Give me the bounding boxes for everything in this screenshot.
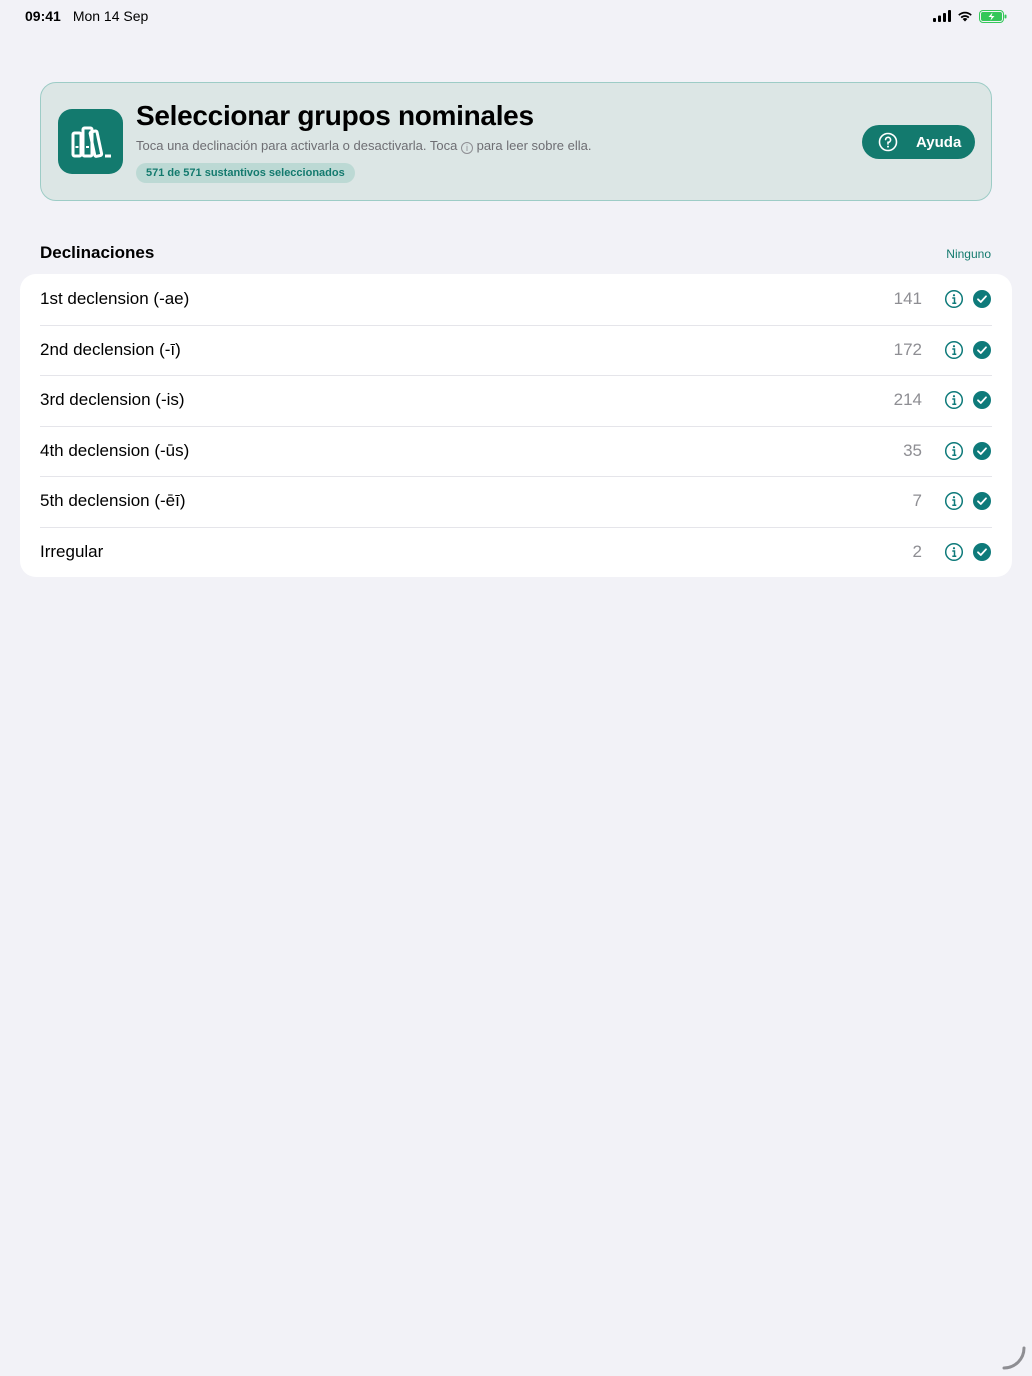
declension-count: 7 <box>912 491 922 511</box>
status-left: 09:41 Mon 14 Sep <box>25 8 148 24</box>
info-circle-icon[interactable] <box>944 390 964 410</box>
declension-label: 5th declension (-ēī) <box>40 491 186 511</box>
deselect-all-button[interactable]: Ninguno <box>946 247 991 261</box>
info-circle-icon[interactable] <box>944 441 964 461</box>
checkmark-circle-icon[interactable] <box>972 542 992 562</box>
info-circle-icon[interactable] <box>944 289 964 309</box>
declension-row[interactable]: Irregular 2 <box>20 526 1012 578</box>
declension-row[interactable]: 2nd declension (-ī) 172 <box>20 324 1012 376</box>
section-title: Declinaciones <box>40 243 155 262</box>
checkmark-circle-icon[interactable] <box>972 491 992 511</box>
question-circle-icon <box>878 132 898 152</box>
declension-row[interactable]: 5th declension (-ēī) 7 <box>20 476 1012 527</box>
declension-count: 172 <box>893 339 922 359</box>
declension-row[interactable]: 3rd declension (-is) 214 <box>20 375 1012 426</box>
page-title: Seleccionar grupos nominales <box>136 100 534 131</box>
scroll-indicator-icon <box>1002 1346 1026 1370</box>
battery-charging-icon <box>979 9 1007 23</box>
help-button[interactable]: Ayuda <box>862 125 975 159</box>
declension-list: 1st declension (-ae) 141 2nd declension (-… <box>20 274 1012 577</box>
checkmark-circle-icon[interactable] <box>972 289 992 309</box>
header-subtitle: Toca una declinación para activarla o de… <box>136 138 592 154</box>
signal-icon <box>933 10 951 22</box>
status-time: 09:41 <box>25 8 61 24</box>
status-date: Mon 14 Sep <box>72 8 149 24</box>
help-button-label: Ayuda <box>916 133 962 151</box>
checkmark-circle-icon[interactable] <box>972 441 992 461</box>
declension-count: 141 <box>893 289 922 309</box>
declension-label: 4th declension (-ūs) <box>40 440 190 460</box>
declension-label: 1st declension (-ae) <box>40 289 190 309</box>
books-icon <box>58 109 123 174</box>
declension-count: 2 <box>912 541 922 561</box>
info-circle-icon[interactable] <box>944 542 964 562</box>
info-inline-icon: i <box>460 142 473 154</box>
subtitle-text-before: Toca una declinación para activarla o de… <box>136 138 458 153</box>
info-circle-icon[interactable] <box>944 340 964 360</box>
declension-label: Irregular <box>40 541 104 561</box>
checkmark-circle-icon[interactable] <box>972 340 992 360</box>
info-circle-icon[interactable] <box>944 491 964 511</box>
status-right <box>933 9 1007 23</box>
declension-count: 35 <box>903 440 922 460</box>
selection-count-badge: 571 de 571 sustantivos seleccionados <box>136 163 355 183</box>
declension-row[interactable]: 1st declension (-ae) 141 <box>20 274 1012 325</box>
status-bar: 09:41 Mon 14 Sep <box>0 0 1032 32</box>
header-card: Seleccionar grupos nominales Toca una de… <box>40 82 992 201</box>
wifi-icon <box>958 11 972 22</box>
subtitle-text-after: para leer sobre ella. <box>476 138 592 153</box>
declension-label: 3rd declension (-is) <box>40 390 185 410</box>
checkmark-circle-icon[interactable] <box>972 390 992 410</box>
declension-label: 2nd declension (-ī) <box>40 339 181 359</box>
declension-count: 214 <box>893 390 922 410</box>
declension-row[interactable]: 4th declension (-ūs) 35 <box>20 425 1012 477</box>
